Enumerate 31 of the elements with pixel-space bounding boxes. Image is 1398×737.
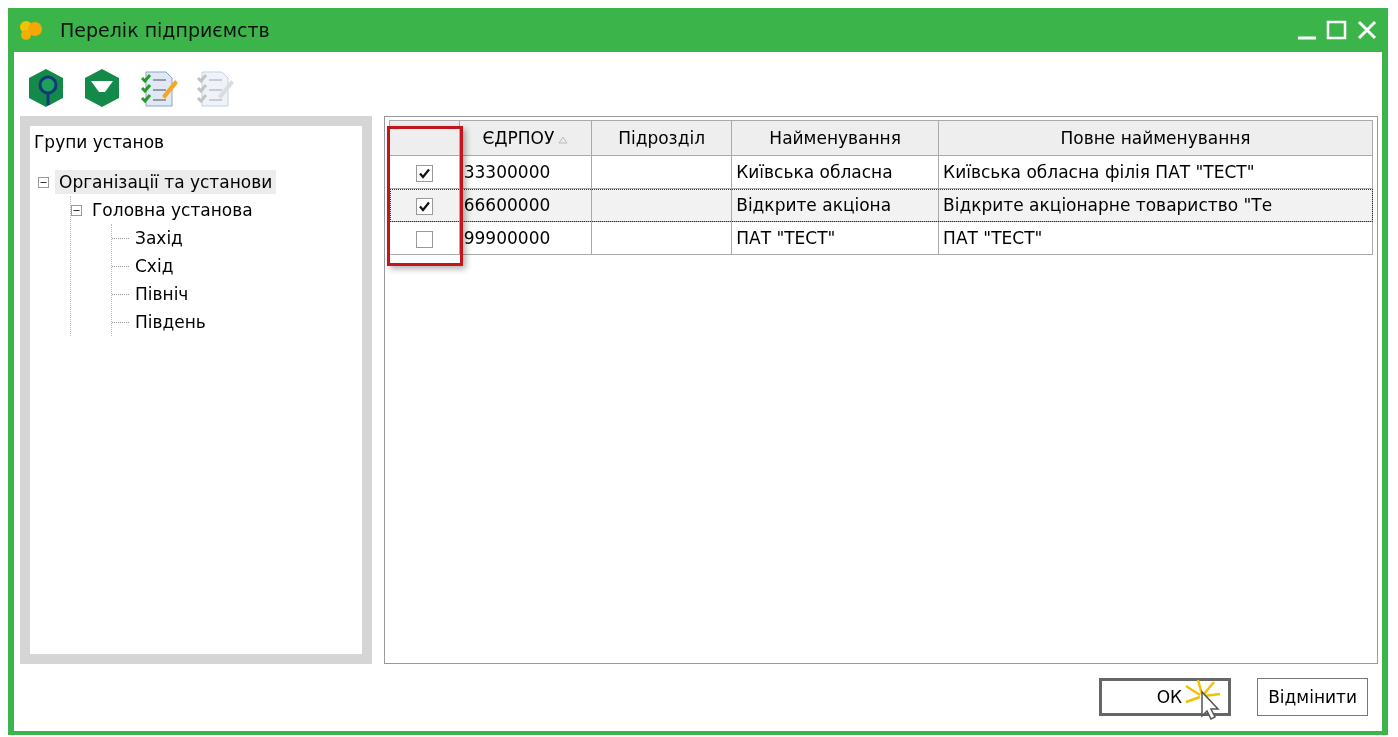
column-header[interactable]: Найменування	[731, 120, 939, 156]
collapse-icon[interactable]	[71, 204, 82, 216]
table-cell: 99900000	[463, 228, 551, 248]
table-cell: Відкрите акціона	[736, 195, 892, 215]
app-logo-icon	[18, 19, 44, 41]
table-cell: ПАТ "ТЕСТ"	[943, 228, 1043, 248]
tree-item[interactable]: Головна установа	[88, 198, 257, 222]
tree-item[interactable]: Організації та установи	[55, 170, 277, 194]
checkbox[interactable]	[415, 230, 433, 248]
tree-item[interactable]: Північ	[131, 282, 193, 306]
checkbox[interactable]	[415, 164, 433, 182]
window-title: Перелік підприємств	[60, 19, 271, 41]
ok-button[interactable]: ОК	[1099, 678, 1232, 716]
table-cell: ПАТ "ТЕСТ"	[736, 228, 836, 248]
tree-item[interactable]: Захід	[131, 226, 187, 250]
cancel-button[interactable]: Відмінити	[1257, 678, 1368, 716]
panel-title: Групи установ	[34, 132, 166, 152]
column-header[interactable]: Підрозділ	[591, 120, 732, 156]
tree-item[interactable]: Південь	[131, 310, 210, 334]
table-cell: 66600000	[463, 195, 551, 215]
close-icon[interactable]	[1356, 19, 1378, 41]
maximize-icon[interactable]	[1326, 19, 1348, 41]
column-header[interactable]: Повне найменування	[938, 120, 1373, 156]
table-cell: Київська обласна філія ПАТ "ТЕСТ"	[943, 162, 1255, 182]
table-cell: Відкрите акціонарне товариство "Те	[943, 195, 1273, 215]
table-cell: 33300000	[463, 162, 551, 182]
tree-item[interactable]: Схід	[131, 254, 178, 278]
collapse-icon[interactable]	[38, 176, 49, 188]
table-cell: Київська обласна	[736, 162, 893, 182]
checkbox[interactable]	[415, 197, 433, 215]
column-header[interactable]: ЄДРПОУ	[459, 120, 592, 156]
